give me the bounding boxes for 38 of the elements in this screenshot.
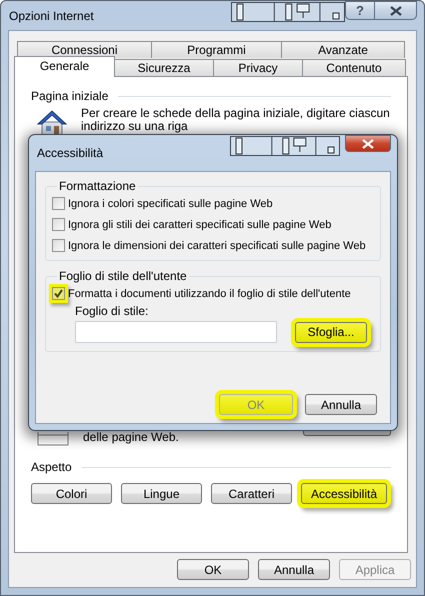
checkbox[interactable] (52, 287, 65, 300)
close-button[interactable] (345, 135, 391, 152)
group-heading: Formattazione (58, 179, 137, 193)
tab[interactable]: Sicurezza (114, 59, 214, 76)
close-icon (362, 138, 374, 148)
checkbox-label: Ignora i colori specificati sulle pagine Web (68, 198, 273, 210)
dialog-button[interactable]: Annulla (305, 394, 377, 415)
tab[interactable]: Generale (14, 56, 115, 77)
section-heading: Pagina iniziale (31, 89, 108, 103)
tab[interactable]: Privacy (213, 59, 303, 76)
appearance-button[interactable]: Caratteri (211, 483, 292, 504)
dialog-title: Accessibilità (37, 146, 104, 160)
checkbox[interactable] (52, 197, 65, 210)
tab[interactable]: Connessioni (17, 41, 152, 58)
checkbox[interactable] (52, 239, 65, 252)
close-icon (390, 6, 402, 16)
window-title: Opzioni Internet (9, 9, 94, 23)
section-heading: Aspetto (31, 460, 72, 474)
checkbox-label: Formatta i documenti utilizzando il foglio di stile dell'utente (68, 288, 351, 300)
field-label: Foglio di stile: (75, 304, 150, 318)
document-icon (37, 432, 69, 446)
checkbox[interactable] (52, 218, 65, 231)
tab[interactable]: Contenuto (302, 59, 406, 76)
tab[interactable]: Avanzate (281, 41, 405, 58)
history-description: delle pagine Web. (83, 430, 179, 444)
checkbox-label: Ignora le dimensioni dei caratteri specificati sulle pagine Web (68, 240, 366, 252)
checkbox-label: Ignora gli stili dei caratteri specificati sulle pagine Web (68, 218, 332, 230)
checkmark-icon (54, 289, 63, 298)
appearance-button[interactable]: Lingue (121, 483, 202, 504)
stylesheet-field[interactable] (75, 321, 277, 343)
appearance-button[interactable]: Colori (31, 483, 112, 504)
group-heading: Foglio di stile dell'utente (58, 269, 188, 283)
tab[interactable]: Programmi (151, 41, 282, 58)
help-button[interactable]: ? (345, 1, 374, 20)
home-page-description: Per creare le schede della pagina iniziale, digitare ciascun indirizzo su una riga (81, 107, 390, 135)
dialog-button[interactable]: Annulla (258, 559, 330, 580)
dialog-button[interactable]: OK (177, 559, 249, 580)
close-button[interactable] (374, 1, 417, 20)
